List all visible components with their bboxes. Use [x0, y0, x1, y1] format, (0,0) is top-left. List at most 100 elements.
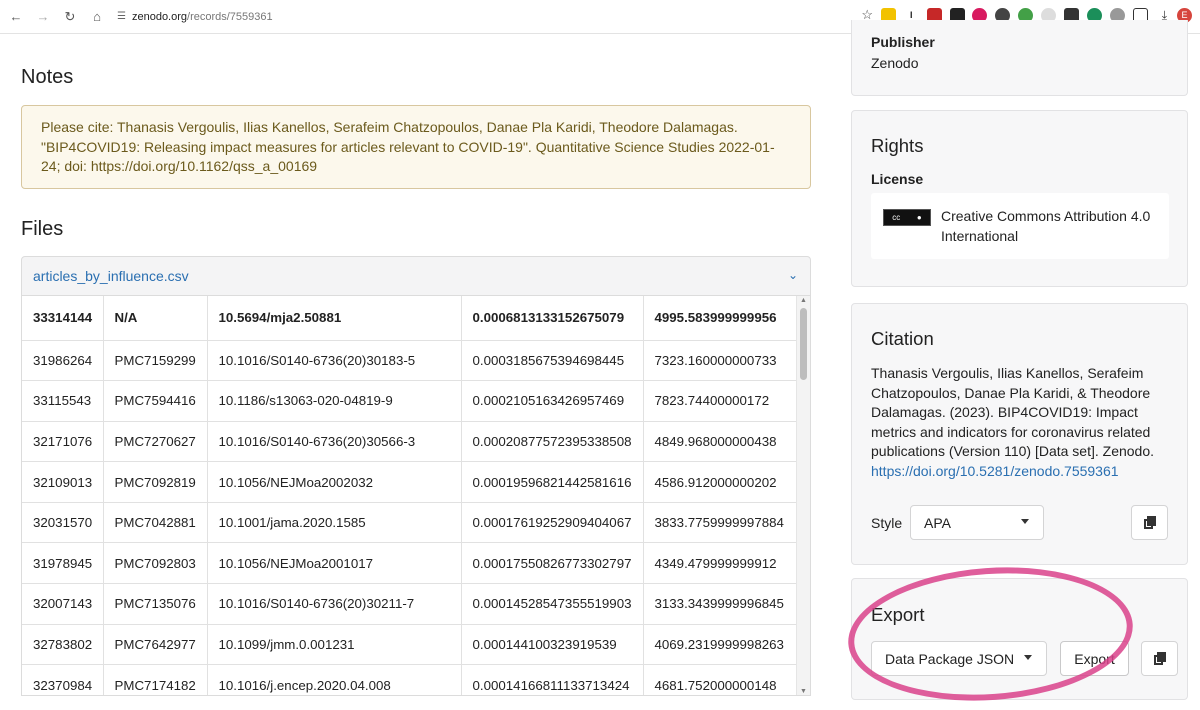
export-card: Export Data Package JSON Export	[851, 578, 1188, 700]
citation-text: Thanasis Vergoulis, Ilias Kanellos, Sera…	[871, 364, 1171, 481]
citation-style-select[interactable]: APA	[910, 505, 1044, 540]
table-cell: 10.1016/S0140-6736(20)30211-7	[207, 583, 462, 625]
caret-down-icon	[1021, 519, 1029, 524]
table-cell: 4349.479999999912	[643, 542, 799, 585]
table-cell: 32783802	[22, 624, 104, 666]
table-cell: PMC7159299	[103, 340, 208, 382]
license-label: License	[871, 171, 924, 187]
table-cell: 0.000144100323919539	[461, 624, 644, 666]
url-domain: zenodo.org	[131, 10, 188, 23]
table-cell: 0.00019596821442581616	[461, 461, 644, 503]
citation-title: Citation	[871, 328, 934, 349]
forward-icon[interactable]: →	[31, 5, 55, 29]
table-cell: 3133.3439999996845	[643, 583, 799, 625]
site-settings-icon[interactable]: ☰	[117, 11, 126, 22]
publisher-label: Publisher	[871, 34, 935, 50]
table-row: 32370984 PMC7174182 10.1016/j.encep.2020.0…	[22, 664, 799, 695]
style-label: Style	[871, 515, 903, 531]
table-cell: 4995.583999999956	[643, 296, 799, 341]
table-cell: 10.1016/j.encep.2020.04.008	[207, 664, 462, 695]
reload-icon[interactable]: ↻	[58, 5, 82, 29]
file-name[interactable]: articles_by_influence.csv	[33, 268, 189, 284]
table-cell: 7323.160000000733	[643, 340, 799, 382]
notes-box: Please cite: Thanasis Vergoulis, Ilias K…	[21, 105, 811, 189]
table-cell: PMC7642977	[103, 624, 208, 666]
rights-title: Rights	[871, 135, 924, 156]
table-cell: 10.1056/NEJMoa2002032	[207, 461, 462, 503]
table-cell: 10.1099/jmm.0.001231	[207, 624, 462, 666]
table-cell: 32370984	[22, 664, 104, 695]
table-cell: 4681.752000000148	[643, 664, 799, 695]
table-row: 32783802 PMC7642977 10.1099/jmm.0.001231 0.…	[22, 624, 799, 666]
copy-icon	[1153, 652, 1166, 665]
home-icon[interactable]: ⌂	[85, 5, 109, 29]
file-accordion-header[interactable]: articles_by_influence.csv ⌄	[21, 256, 811, 296]
table-cell: 32031570	[22, 502, 104, 544]
scroll-down-icon[interactable]: ▼	[800, 688, 807, 695]
table-cell: PMC7594416	[103, 380, 208, 422]
scroll-up-icon[interactable]: ▲	[800, 297, 807, 304]
table-cell: 0.00014166811133713424	[461, 664, 644, 695]
scrollbar-thumb[interactable]	[800, 308, 807, 380]
license-line-2[interactable]: International	[941, 226, 1150, 246]
table-cell: 33314144	[22, 296, 104, 341]
license-link[interactable]: Creative Commons Attribution 4.0 Interna…	[941, 206, 1150, 246]
table-cell: 10.1001/jama.2020.1585	[207, 502, 462, 544]
table-cell: 31986264	[22, 340, 104, 382]
license-box: cc ● Creative Commons Attribution 4.0 Int…	[871, 193, 1169, 259]
table-cell: N/A	[103, 296, 208, 341]
table-cell: PMC7092803	[103, 542, 208, 585]
table-cell: 4849.968000000438	[643, 421, 799, 463]
copy-citation-button[interactable]	[1131, 505, 1168, 540]
table-cell: 32171076	[22, 421, 104, 463]
table-cell: 32007143	[22, 583, 104, 625]
table-cell: 0.00017550826773302797	[461, 542, 644, 585]
export-format-value: Data Package JSON	[885, 650, 1015, 667]
table-row: 32007143 PMC7135076 10.1016/S0140-6736(20)…	[22, 583, 799, 625]
table-cell: 0.00014528547355519903	[461, 583, 644, 625]
table-cell: 10.1186/s13063-020-04819-9	[207, 380, 462, 422]
citation-style-value: APA	[924, 514, 951, 531]
table-row: 32171076 PMC7270627 10.1016/S0140-6736(20)…	[22, 421, 799, 463]
license-line-1[interactable]: Creative Commons Attribution 4.0	[941, 206, 1150, 226]
files-heading: Files	[21, 218, 64, 240]
notes-text: Please cite: Thanasis Vergoulis, Ilias K…	[41, 119, 775, 174]
table-cell: 10.5694/mja2.50881	[207, 296, 462, 341]
table-cell: 3833.7759999997884	[643, 502, 799, 544]
table-cell: 4586.912000000202	[643, 461, 799, 503]
table-row: 32109013 PMC7092819 10.1056/NEJMoa2002032 0…	[22, 461, 799, 503]
table-cell: 0.0006813133152675079	[461, 296, 644, 341]
caret-down-icon	[1024, 655, 1032, 660]
copy-export-button[interactable]	[1141, 641, 1178, 676]
table-row: 33314144 N/A 10.5694/mja2.50881 0.000681313…	[22, 296, 799, 341]
table-cell: 10.1016/S0140-6736(20)30183-5	[207, 340, 462, 382]
citation-doi-link[interactable]: https://doi.org/10.5281/zenodo.7559361	[871, 463, 1119, 479]
table-cell: PMC7135076	[103, 583, 208, 625]
table-cell: 0.00017619252909404067	[461, 502, 644, 544]
table-cell: PMC7042881	[103, 502, 208, 544]
table-cell: 33115543	[22, 380, 104, 422]
url-path: /records/7559361	[187, 10, 273, 23]
cc-by-license-icon[interactable]: cc ●	[883, 209, 931, 226]
table-cell: 31978945	[22, 542, 104, 585]
address-bar[interactable]: ☰ zenodo.org/records/7559361	[117, 11, 273, 23]
table-cell: 0.00020877572395338508	[461, 421, 644, 463]
table-cell: PMC7270627	[103, 421, 208, 463]
table-cell: 0.0003185675394698445	[461, 340, 644, 382]
chevron-down-icon[interactable]: ⌄	[788, 268, 798, 282]
export-format-select[interactable]: Data Package JSON	[871, 641, 1047, 676]
table-cell: 10.1056/NEJMoa2001017	[207, 542, 462, 585]
back-icon[interactable]: ←	[4, 5, 28, 29]
export-button[interactable]: Export	[1060, 641, 1129, 676]
table-row: 31978945 PMC7092803 10.1056/NEJMoa2001017 0…	[22, 542, 799, 585]
notes-heading: Notes	[21, 66, 74, 88]
export-title: Export	[871, 604, 925, 625]
table-cell: 32109013	[22, 461, 104, 503]
table-scrollbar[interactable]: ▲ ▼	[796, 296, 810, 695]
file-preview-table: 33314144 N/A 10.5694/mja2.50881 0.000681313…	[21, 296, 811, 696]
table-row: 31986264 PMC7159299 10.1016/S0140-6736(20)…	[22, 340, 799, 382]
publisher-value: Zenodo	[871, 55, 919, 71]
copy-icon	[1143, 516, 1156, 529]
table-cell: PMC7174182	[103, 664, 208, 695]
table-cell: 0.0002105163426957469	[461, 380, 644, 422]
